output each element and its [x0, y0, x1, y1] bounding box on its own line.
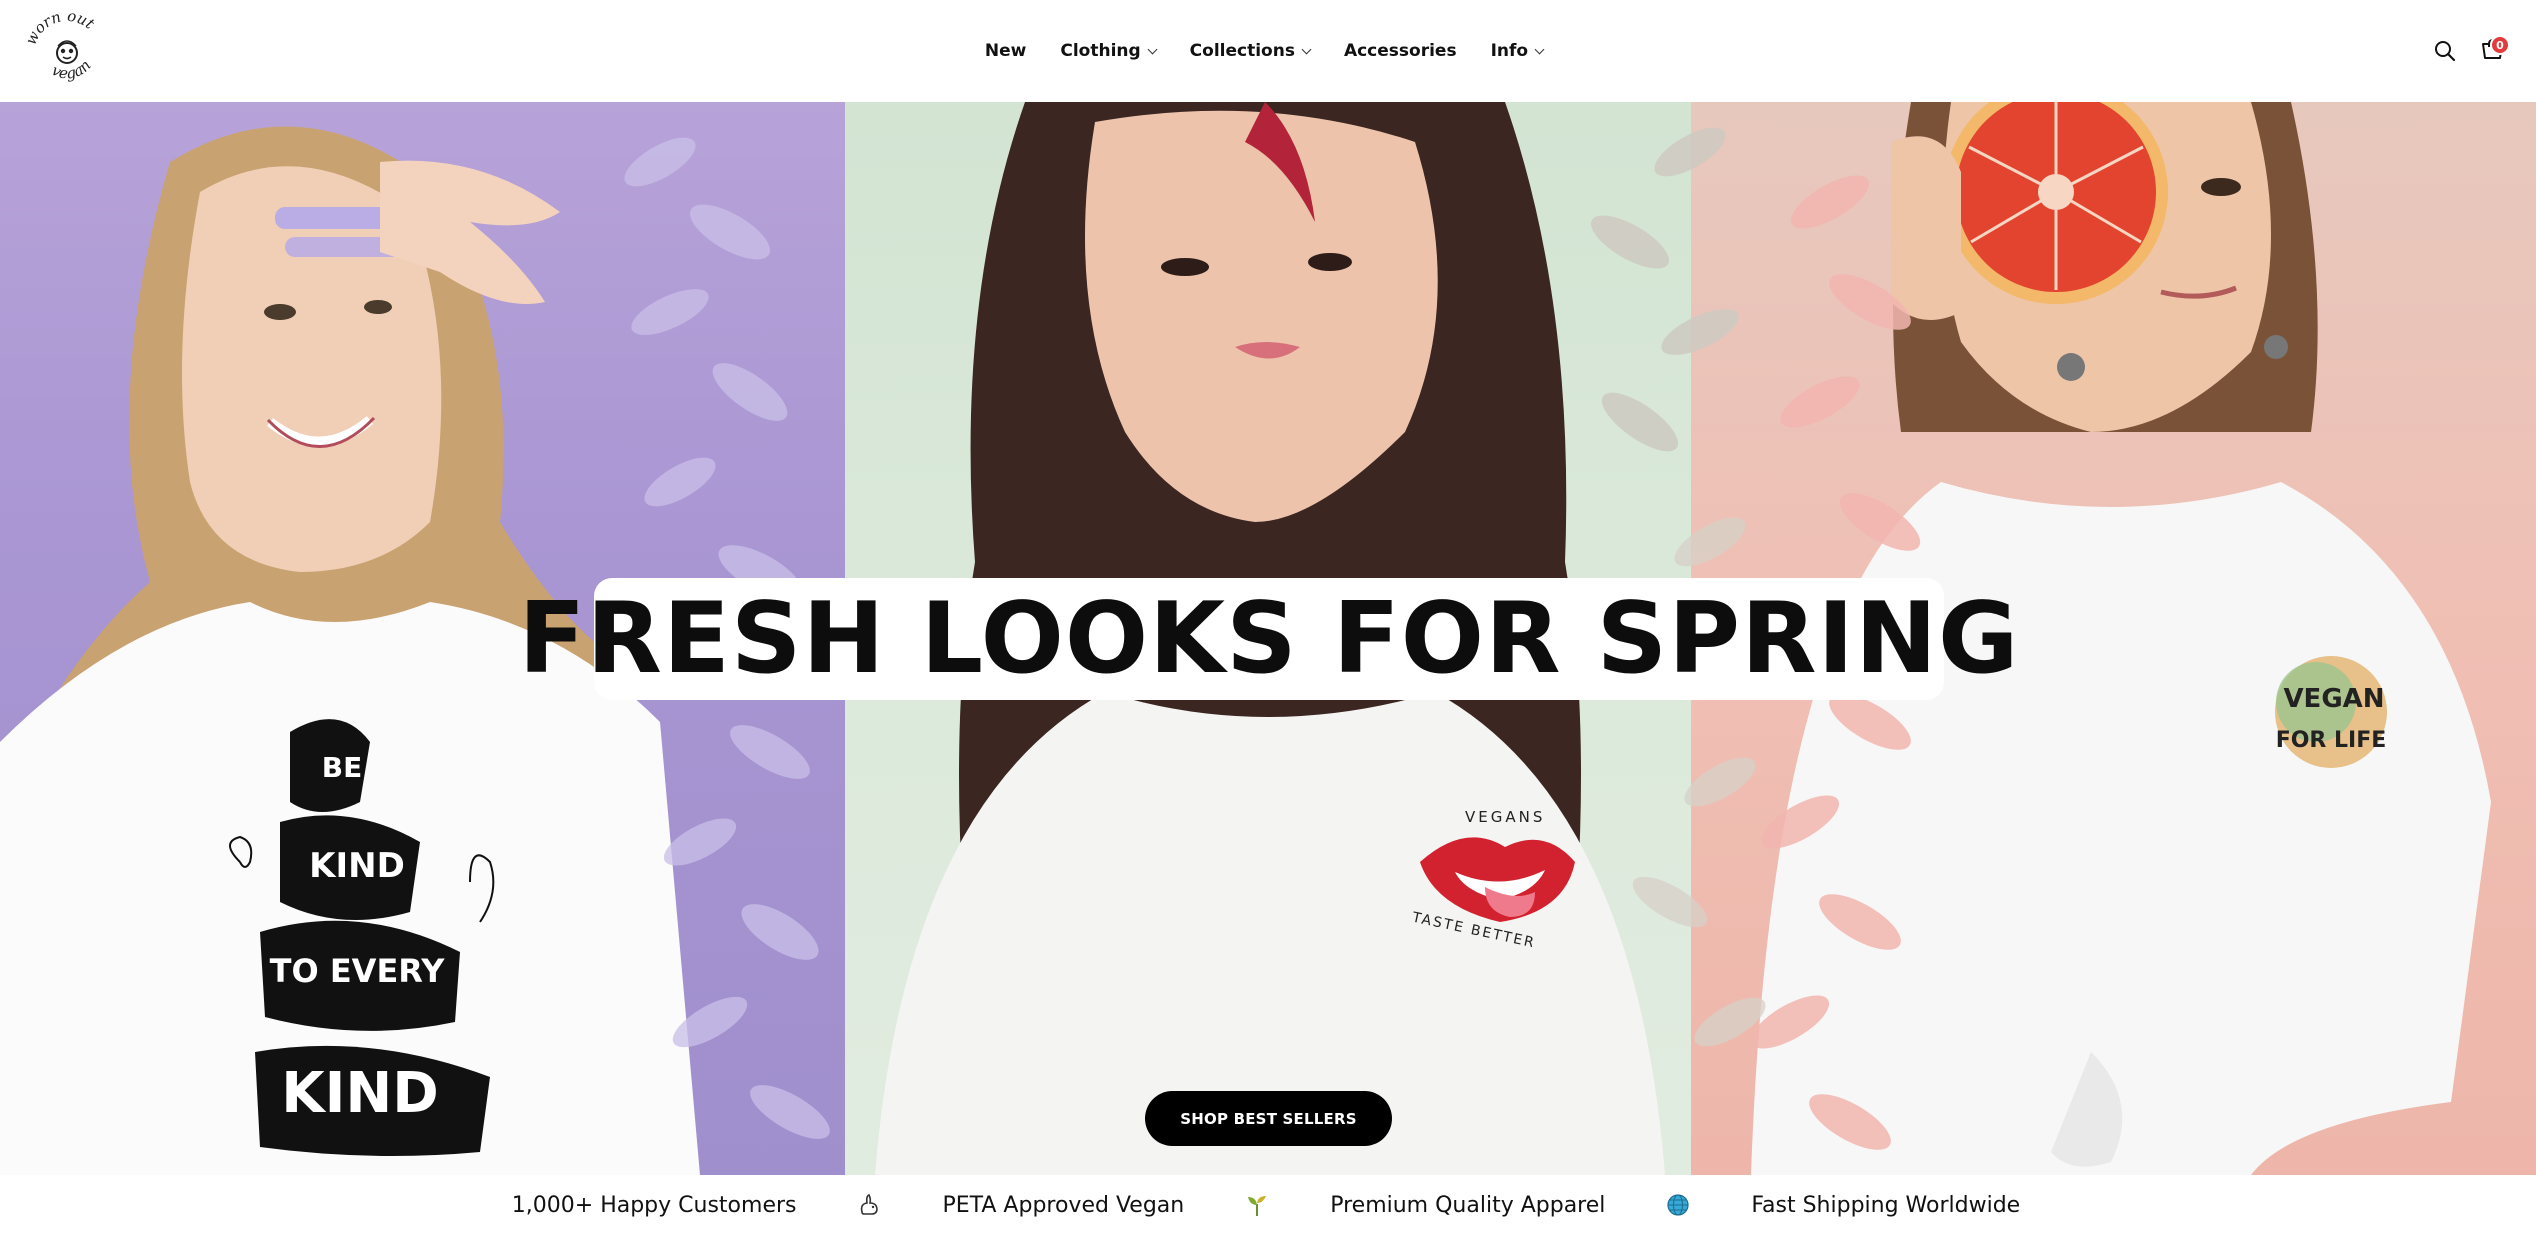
nav-item-clothing[interactable]: Clothing	[1060, 41, 1158, 61]
nav-item-new[interactable]: New	[985, 41, 1026, 61]
svg-text:BE: BE	[322, 751, 362, 784]
nav-item-label: Info	[1490, 41, 1529, 61]
svg-text:TO EVERY: TO EVERY	[270, 952, 446, 990]
globe-icon	[1665, 1192, 1691, 1218]
hero-headline: FRESH LOOKS FOR SPRING	[518, 582, 2020, 696]
svg-text:VEGAN: VEGAN	[2283, 684, 2384, 714]
trust-item-quality: Premium Quality Apparel	[1330, 1192, 1606, 1218]
cart-count-badge: 0	[2490, 35, 2510, 55]
svg-text:VEGANS: VEGANS	[1465, 808, 1545, 826]
svg-text:KIND: KIND	[281, 1061, 439, 1126]
rabbit-icon	[856, 1192, 882, 1218]
shirt-print-vegan-for-life: VEGAN FOR LIFE	[2275, 656, 2387, 768]
svg-text:KIND: KIND	[309, 846, 405, 886]
trust-item-shipping: Fast Shipping Worldwide	[1751, 1192, 2021, 1218]
chevron-down-icon	[1301, 44, 1312, 54]
nav-item-label: New	[984, 41, 1027, 61]
nav-item-label: Collections	[1189, 41, 1295, 61]
site-header: worn out vegan New Clothing Collections …	[0, 0, 2536, 102]
nav-item-collections[interactable]: Collections	[1189, 41, 1312, 61]
shop-best-sellers-button[interactable]: SHOP BEST SELLERS	[1145, 1091, 1392, 1146]
search-icon[interactable]	[2434, 40, 2456, 62]
trust-item-peta: PETA Approved Vegan	[942, 1192, 1185, 1218]
hero-banner: BE KIND TO EVERY KIND VEGANS TASTE BETTE…	[0, 102, 2536, 1175]
chevron-down-icon	[1147, 44, 1158, 54]
nav-item-accessories[interactable]: Accessories	[1344, 41, 1457, 61]
trust-bar: 1,000+ Happy Customers PETA Approved Veg…	[0, 1175, 2536, 1235]
trust-item-customers: 1,000+ Happy Customers	[511, 1192, 797, 1218]
chevron-down-icon	[1534, 44, 1545, 54]
nav-item-label: Clothing	[1060, 41, 1141, 61]
nav-item-label: Accessories	[1343, 41, 1457, 61]
hero-headline-box: FRESH LOOKS FOR SPRING	[519, 578, 2018, 700]
nav-item-info[interactable]: Info	[1490, 41, 1545, 61]
main-nav: New Clothing Collections Accessories Inf…	[0, 0, 2536, 102]
sprout-icon	[1244, 1192, 1270, 1218]
svg-text:FOR LIFE: FOR LIFE	[2276, 728, 2387, 753]
